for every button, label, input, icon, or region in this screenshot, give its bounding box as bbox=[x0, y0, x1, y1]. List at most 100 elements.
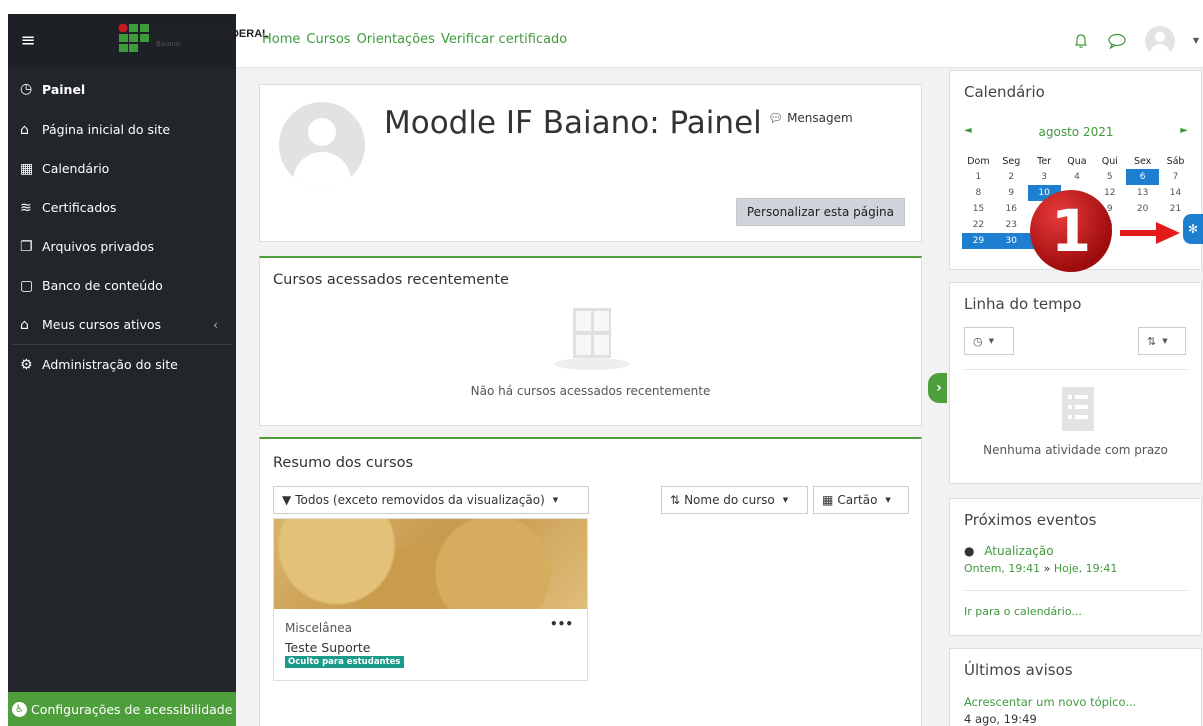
timeline-title: Linha do tempo bbox=[964, 295, 1082, 313]
nav-link-verificar-certificado[interactable]: Verificar certificado bbox=[441, 32, 567, 47]
course-category: Miscelânea bbox=[285, 621, 352, 635]
nav-link-orientacoes[interactable]: Orientações bbox=[357, 32, 435, 47]
globe-icon: ● bbox=[964, 544, 975, 558]
calendar-day[interactable]: 16 bbox=[995, 201, 1028, 217]
hidden-badge: Oculto para estudantes bbox=[285, 656, 404, 668]
next-month-icon[interactable]: ► bbox=[1180, 125, 1188, 139]
sidebar-item-pagina-inicial[interactable]: ⌂ Página inicial do site bbox=[8, 110, 236, 149]
calendar-day[interactable]: 7 bbox=[1159, 169, 1192, 185]
brand-logo[interactable]: INSTITUTO FEDERAL Baiano bbox=[118, 23, 269, 53]
chat-bubble-icon[interactable] bbox=[1107, 33, 1127, 49]
if-logo-icon bbox=[118, 23, 149, 52]
news-date: 4 ago, 19:49 bbox=[964, 712, 1037, 726]
accessibility-gear-icon: ✻ bbox=[1187, 222, 1199, 236]
latest-news-block: Últimos avisos Acrescentar um novo tópic… bbox=[949, 648, 1202, 726]
sidebar-item-painel[interactable]: ◷ Painel bbox=[8, 68, 236, 110]
accessibility-settings-bar[interactable]: ♿ Configurações de acessibilidade bbox=[8, 692, 236, 726]
news-title: Últimos avisos bbox=[964, 661, 1073, 679]
calendar-day[interactable]: 15 bbox=[962, 201, 995, 217]
bell-icon[interactable] bbox=[1073, 33, 1089, 49]
course-sort-dropdown[interactable]: ⇅ Nome do curso ▼ bbox=[661, 486, 808, 514]
page-header-card: Moodle IF Baiano: Painel 💬︎ Mensagem Per… bbox=[259, 84, 922, 242]
sidebar-item-calendario[interactable]: ▦ Calendário bbox=[8, 149, 236, 188]
course-card[interactable]: Miscelânea ••• Teste Suporte Oculto para… bbox=[273, 518, 588, 681]
event-start-link[interactable]: Ontem, 19:41 bbox=[964, 562, 1040, 575]
nav-link-home[interactable]: Home bbox=[262, 32, 300, 47]
event-item[interactable]: ● Atualização bbox=[964, 544, 1054, 558]
course-view-dropdown[interactable]: ▦ Cartão ▼ bbox=[813, 486, 909, 514]
timeline-block: Linha do tempo ◷ ▼ ⇅ ▼ Nenhuma atividade… bbox=[949, 282, 1202, 484]
hamburger-menu-icon[interactable]: ≡ bbox=[10, 30, 46, 51]
calendar-day[interactable]: 22 bbox=[962, 217, 995, 233]
calendar-day[interactable]: 13 bbox=[1126, 185, 1159, 201]
annotation-arrow-icon bbox=[1120, 222, 1180, 244]
course-overview-block: Resumo dos cursos ▼ Todos (exceto removi… bbox=[259, 437, 922, 726]
calendar-day[interactable]: 9 bbox=[995, 185, 1028, 201]
sidebar-item-label: Administração do site bbox=[42, 357, 178, 372]
calendar-day[interactable]: 2 bbox=[995, 169, 1028, 185]
sort-icon: ⇅ bbox=[1147, 334, 1157, 348]
weekday-header: Sáb bbox=[1166, 155, 1185, 167]
course-image[interactable] bbox=[274, 519, 587, 609]
speech-bubble-icon: 💬︎ bbox=[768, 111, 784, 125]
weekday-header: Qui bbox=[1101, 155, 1118, 167]
calendar-day[interactable]: 1 bbox=[962, 169, 995, 185]
calendar-header: ◄ agosto 2021 ► bbox=[964, 125, 1188, 139]
prev-month-icon[interactable]: ◄ bbox=[964, 125, 972, 139]
brand-subtitle: Baiano bbox=[156, 39, 181, 48]
calendar-day[interactable]: 14 bbox=[1159, 185, 1192, 201]
calendar-month[interactable]: agosto 2021 bbox=[1039, 125, 1114, 139]
sidebar-item-administracao[interactable]: ⚙ Administração do site bbox=[8, 345, 236, 384]
event-end-link[interactable]: Hoje, 19:41 bbox=[1054, 562, 1118, 575]
caret-down-icon: ▼ bbox=[552, 496, 559, 504]
sidebar-item-label: Meus cursos ativos bbox=[42, 317, 162, 332]
accessibility-label: Configurações de acessibilidade bbox=[31, 701, 233, 717]
calendar-day[interactable]: 12 bbox=[1093, 185, 1126, 201]
accessibility-toolbar-button[interactable]: ✻ bbox=[1183, 214, 1203, 244]
gauge-icon: ◷ bbox=[20, 81, 33, 97]
user-avatar[interactable] bbox=[1144, 25, 1175, 56]
sidebar-item-banco-conteudo[interactable]: ▢ Banco de conteúdo bbox=[8, 266, 236, 305]
add-topic-link[interactable]: Acrescentar um novo tópico... bbox=[964, 695, 1136, 709]
weekday-header: Seg bbox=[1002, 155, 1021, 167]
brand-name: INSTITUTO FEDERAL bbox=[156, 27, 269, 40]
home-icon: ⌂ bbox=[20, 121, 29, 138]
sidebar-item-meus-cursos[interactable]: ⌂ Meus cursos ativos ‹ bbox=[8, 305, 236, 344]
calendar-day[interactable]: 20 bbox=[1126, 201, 1159, 217]
chevron-left-icon[interactable]: ‹ bbox=[213, 317, 218, 332]
empty-courses-icon bbox=[554, 308, 630, 370]
event-name-link[interactable]: Atualização bbox=[984, 544, 1053, 558]
sidebar-item-certificados[interactable]: ≋ Certificados bbox=[8, 188, 236, 227]
caret-down-icon: ▼ bbox=[988, 337, 994, 345]
weekday-header: Sex bbox=[1133, 155, 1152, 167]
go-to-calendar-link[interactable]: Ir para o calendário... bbox=[964, 605, 1082, 618]
calendar-day-today[interactable]: 6 bbox=[1126, 169, 1160, 185]
user-menu-caret-icon[interactable]: ▼ bbox=[1193, 36, 1199, 45]
caret-down-icon: ▼ bbox=[885, 496, 891, 504]
course-name-link[interactable]: Teste Suporte bbox=[285, 640, 370, 655]
weekday-header: Dom bbox=[967, 155, 990, 167]
sidebar-item-arquivos-privados[interactable]: ❐ Arquivos privados bbox=[8, 227, 236, 266]
clock-icon: ◷ bbox=[973, 334, 983, 348]
calendar-day[interactable]: 4 bbox=[1061, 169, 1094, 185]
left-drawer: ◷ Painel ⌂ Página inicial do site ▦ Cale… bbox=[8, 68, 236, 726]
course-filter-dropdown[interactable]: ▼ Todos (exceto removidos da visualizaçã… bbox=[273, 486, 589, 514]
customize-page-button[interactable]: Personalizar esta página bbox=[735, 198, 905, 226]
calendar-day[interactable]: 3 bbox=[1028, 169, 1061, 185]
events-divider bbox=[964, 590, 1188, 591]
calendar-day-event[interactable]: 29 bbox=[962, 233, 995, 249]
timeline-sort-dropdown[interactable]: ⇅ ▼ bbox=[1138, 327, 1186, 355]
calendar-day-event[interactable]: 30 bbox=[994, 233, 1028, 249]
graduation-cap-icon: ⌂ bbox=[20, 316, 29, 333]
events-title: Próximos eventos bbox=[964, 511, 1097, 529]
sidebar-item-label: Calendário bbox=[42, 161, 110, 176]
calendar-day[interactable]: 8 bbox=[962, 185, 995, 201]
timeline-filter-dropdown[interactable]: ◷ ▼ bbox=[964, 327, 1014, 355]
calendar-day[interactable]: 23 bbox=[995, 217, 1028, 233]
nav-link-cursos[interactable]: Cursos bbox=[306, 32, 350, 47]
message-link-label: Mensagem bbox=[787, 111, 853, 125]
view-label: Cartão bbox=[837, 493, 878, 507]
course-actions-menu-icon[interactable]: ••• bbox=[550, 617, 573, 631]
calendar-day[interactable]: 5 bbox=[1093, 169, 1126, 185]
message-link[interactable]: 💬︎ Mensagem bbox=[768, 111, 853, 125]
